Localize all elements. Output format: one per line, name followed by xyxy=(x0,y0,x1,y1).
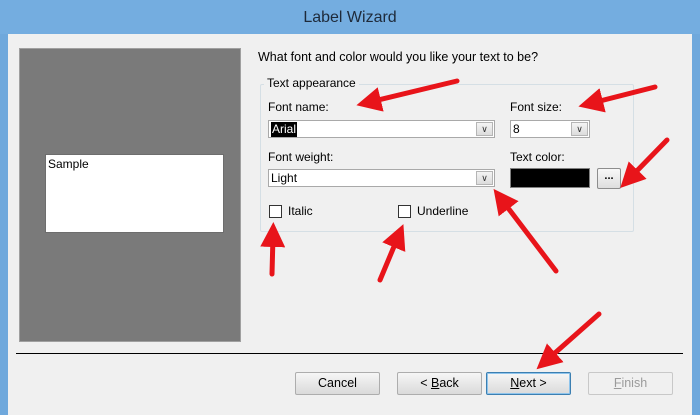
text-color-label: Text color: xyxy=(510,150,565,164)
font-size-label: Font size: xyxy=(510,100,563,114)
next-hotkey: N xyxy=(510,376,520,390)
cancel-button[interactable]: Cancel xyxy=(295,372,380,395)
group-legend: Text appearance xyxy=(264,76,359,90)
finish-rest: inish xyxy=(621,376,648,390)
separator-line xyxy=(16,353,683,354)
back-rest: ack xyxy=(439,376,459,390)
font-size-combo[interactable]: 8 ∨ xyxy=(510,120,590,138)
window-title: Label Wizard xyxy=(303,9,397,26)
color-picker-button[interactable]: ... xyxy=(597,168,621,189)
font-size-value: 8 xyxy=(513,122,520,136)
font-weight-label: Font weight: xyxy=(268,150,334,164)
finish-button: Finish xyxy=(588,372,673,395)
italic-label: Italic xyxy=(288,204,313,218)
next-rest: ext > xyxy=(519,376,547,390)
dialog-body: Sample What font and color would you lik… xyxy=(8,34,692,415)
sample-text: Sample xyxy=(48,157,89,171)
back-button[interactable]: < Back xyxy=(397,372,482,395)
wizard-prompt: What font and color would you like your … xyxy=(258,50,539,64)
sample-preview-box: Sample xyxy=(45,154,224,233)
font-name-label: Font name: xyxy=(268,100,329,114)
chevron-down-icon[interactable]: ∨ xyxy=(571,122,588,136)
title-bar[interactable]: Label Wizard xyxy=(0,0,700,34)
preview-panel: Sample xyxy=(19,48,241,342)
chevron-down-icon[interactable]: ∨ xyxy=(476,171,493,185)
font-weight-value: Light xyxy=(271,171,298,185)
font-name-combo[interactable]: Arial ∨ xyxy=(268,120,495,138)
underline-checkbox[interactable] xyxy=(398,205,411,218)
font-weight-combo[interactable]: Light ∨ xyxy=(268,169,495,187)
chevron-down-icon[interactable]: ∨ xyxy=(476,122,493,136)
text-color-swatch[interactable] xyxy=(510,168,590,188)
font-name-value: Arial xyxy=(271,122,298,137)
back-prefix: < xyxy=(420,376,431,390)
underline-label: Underline xyxy=(417,204,469,218)
next-button[interactable]: Next > xyxy=(486,372,571,395)
italic-checkbox[interactable] xyxy=(269,205,282,218)
